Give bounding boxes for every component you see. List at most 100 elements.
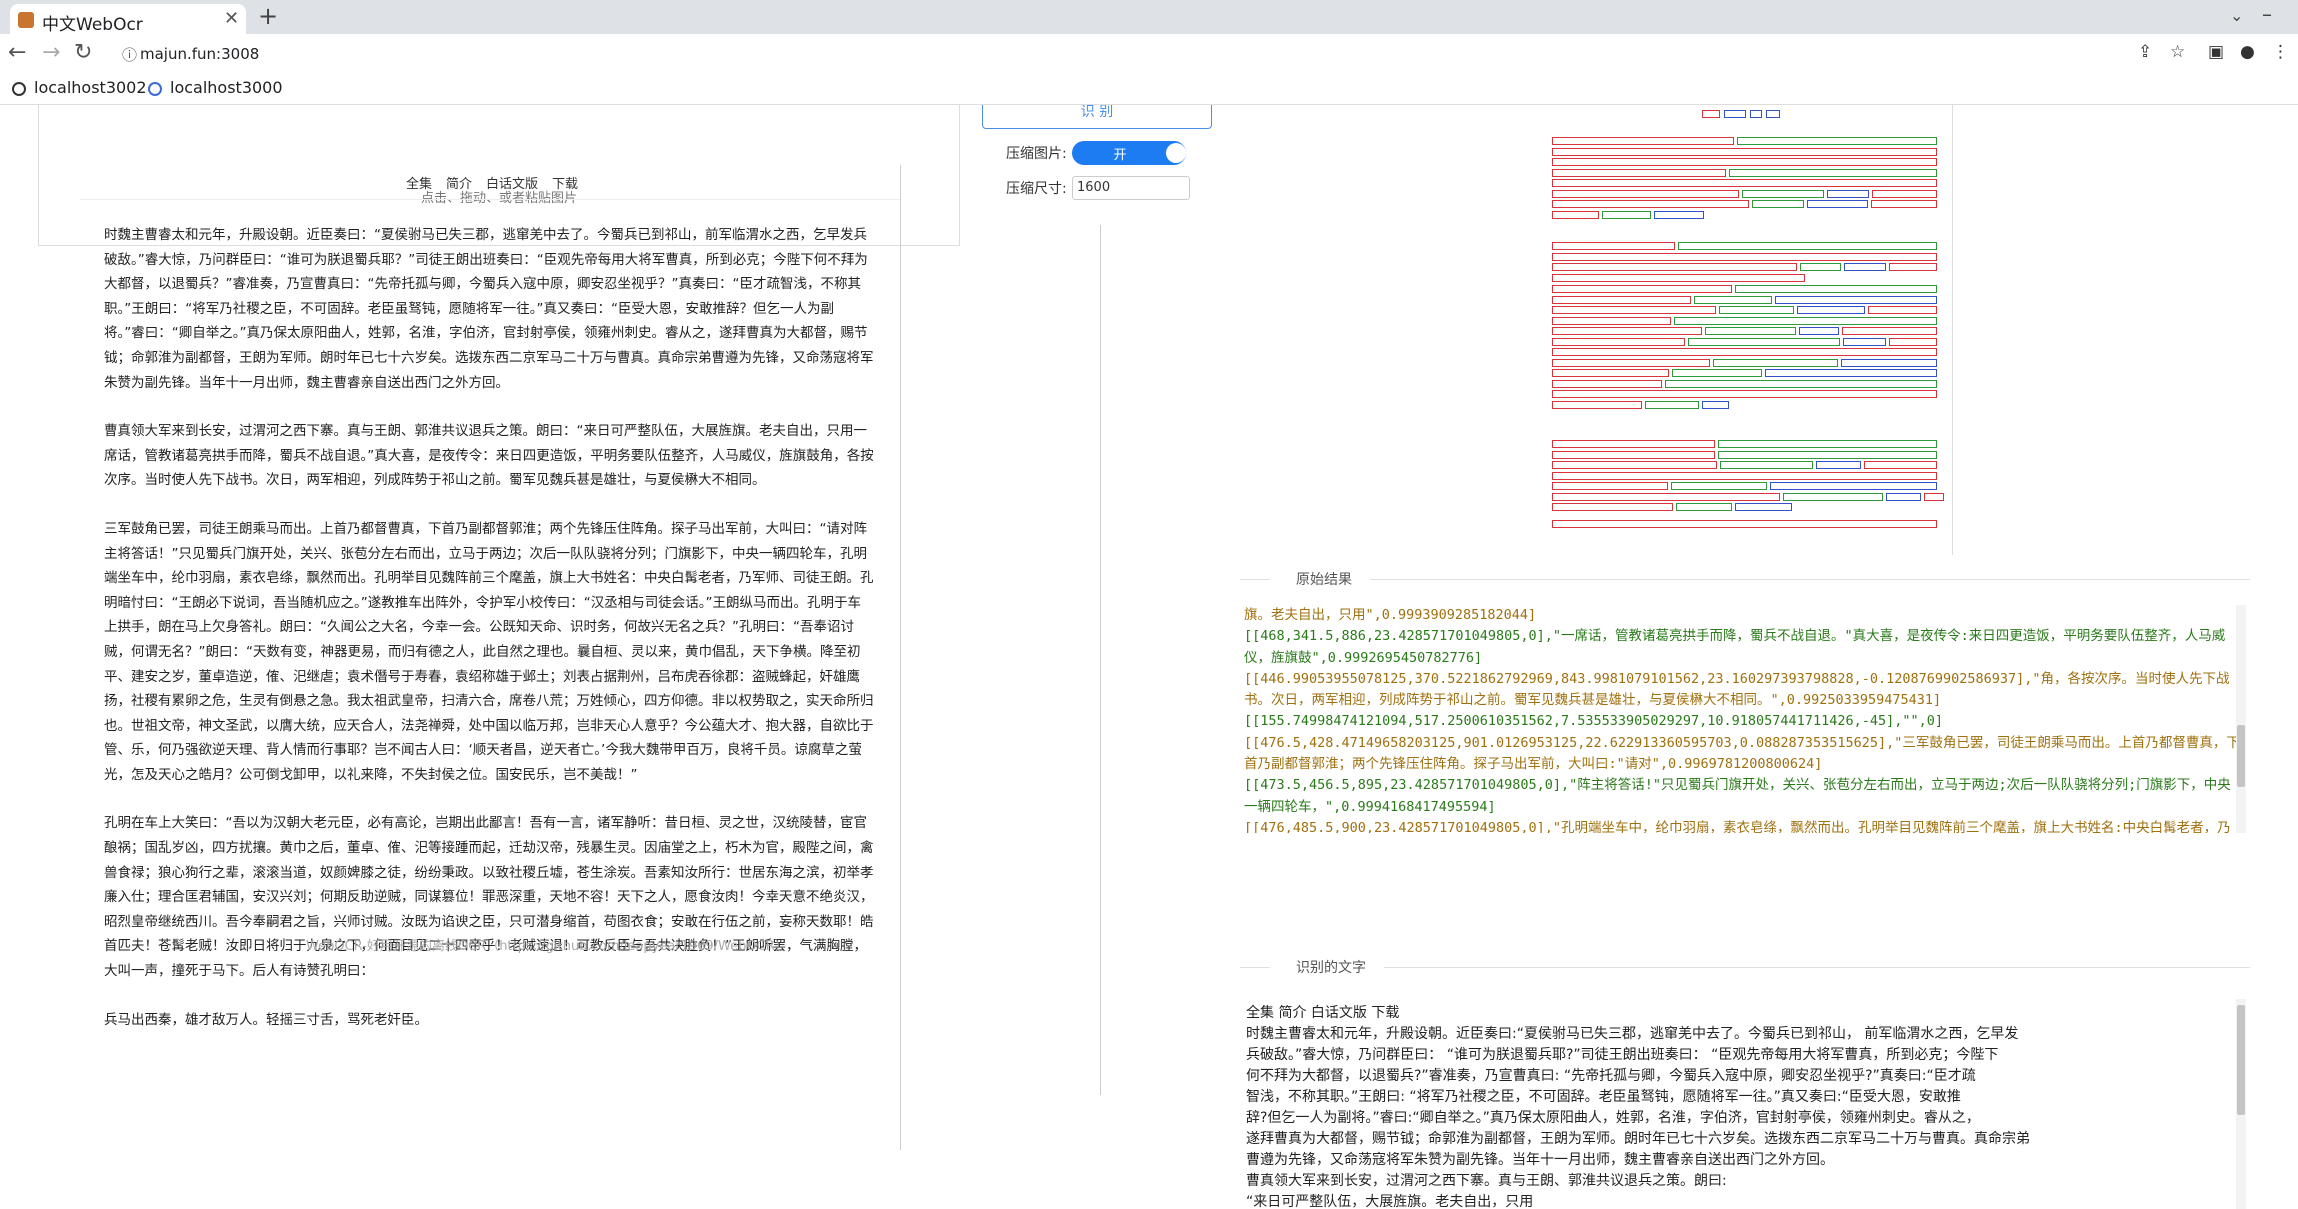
ocr-box (1864, 461, 1937, 469)
close-tab-icon[interactable]: ✕ (224, 8, 239, 29)
bookmark-item[interactable]: localhost3000 (148, 78, 283, 97)
ocr-box (1552, 242, 1675, 250)
ocr-box (1742, 189, 1824, 198)
ocr-box (1729, 168, 1937, 177)
compress-label: 压缩图片: (1006, 146, 1067, 162)
ocr-box (1552, 327, 1702, 335)
recognized-line: 智浅，不称其职。”王朗曰: “将军乃社稷之臣，不可固辞。老臣虽驽钝，愿随将军一往… (1246, 1089, 1961, 1105)
ocr-box (1552, 137, 1734, 145)
scrollbar-thumb[interactable] (2237, 725, 2245, 787)
ocr-box (1672, 369, 1762, 377)
ocr-box (1552, 461, 1717, 469)
recognized-text-scrollbar[interactable] (2236, 999, 2246, 1209)
bookmark-item[interactable]: localhost3002 (12, 78, 147, 97)
profile-avatar-icon[interactable]: ● (2240, 42, 2255, 62)
ocr-box (1816, 461, 1861, 469)
share-icon[interactable]: ⇪ (2138, 42, 2152, 62)
recognized-line: 何不拜为大都督，以退蜀兵?”睿准奏，乃宣曹真曰: “先帝托孤与卿，今蜀兵入寇中原… (1246, 1068, 1976, 1084)
ocr-box (1552, 379, 1662, 388)
raw-result-scrollbar[interactable] (2236, 605, 2246, 833)
ocr-box (1688, 337, 1840, 346)
ocr-box (1871, 200, 1937, 208)
recognized-text-output[interactable]: 全集 简介 白话文版 下载 时魏主曹睿太和元年，升殿设朝。近臣奏曰:“夏侯驸马已失… (1246, 1003, 2236, 1209)
ocr-box (1552, 520, 1937, 528)
compress-toggle[interactable]: 开 (1072, 141, 1186, 165)
scrollbar-thumb[interactable] (2237, 1005, 2245, 1115)
ocr-box (1719, 306, 1794, 314)
bookmark-label: localhost3002 (34, 78, 147, 97)
ocr-preview-image (1546, 105, 1953, 555)
ocr-box (1552, 440, 1715, 448)
raw-result-title: 原始结果 (1296, 572, 1352, 588)
doc-paragraph: 三军鼓角已罢，司徒王朗乘马而出。上首乃都督曹真，下首乃副都督郭淮；两个先锋压住阵… (104, 520, 874, 783)
recognize-button[interactable]: 识 别 (982, 105, 1212, 129)
ocr-box (1552, 263, 1797, 271)
toggle-knob (1166, 143, 1186, 163)
ocr-box (1889, 263, 1937, 271)
browser-menu-icon[interactable]: ⋮ (2272, 42, 2289, 62)
ocr-box (1842, 327, 1937, 335)
forward-arrow-icon[interactable]: → (42, 40, 60, 65)
ocr-box (1694, 295, 1772, 304)
size-label: 压缩尺寸: (1006, 181, 1067, 197)
ocr-box (1735, 285, 1937, 293)
minimize-icon[interactable]: – (2262, 2, 2272, 26)
ocr-box (1552, 450, 1715, 459)
browser-tab[interactable]: 中文WebOcr ✕ (10, 4, 246, 35)
doc-tab-download[interactable]: 下载 (552, 177, 578, 192)
ocr-box (1552, 390, 1937, 398)
bookmark-star-icon[interactable]: ☆ (2170, 42, 2185, 62)
section-rule (1240, 579, 1270, 580)
raw-result-line: [[473.5,456.5,895,23.428571701049805,0],… (1244, 777, 2231, 815)
sidebar-icon[interactable]: ▣ (2208, 42, 2224, 62)
browser-tab-bar: 中文WebOcr ✕ + ⌄ – (0, 0, 2298, 35)
ocr-box (1552, 179, 1937, 187)
address-bar[interactable]: ⓘ majun.fun:3008 (112, 40, 2112, 68)
ocr-box (1676, 503, 1732, 511)
url-text[interactable]: majun.fun:3008 (140, 45, 259, 63)
raw-result-output[interactable]: 旗。老夫自出，只用",0.9993909285182044] [[468,341.… (1244, 605, 2240, 833)
tab-search-chevron-icon[interactable]: ⌄ (2230, 6, 2243, 25)
ocr-box (1843, 337, 1886, 346)
recognized-line: 曹遵为先锋，又命荡寇将军朱赞为副先锋。当年十一月出师，魏主曹睿亲自送出西门之外方… (1246, 1152, 1834, 1168)
ocr-box (1807, 200, 1868, 208)
ocr-box (1765, 369, 1937, 377)
ocr-box (1645, 400, 1699, 409)
ocr-box (1720, 461, 1813, 469)
section-rule (1370, 579, 2250, 580)
site-info-icon[interactable]: ⓘ (122, 44, 137, 65)
recognized-text-title: 识别的文字 (1296, 960, 1366, 976)
divider (900, 165, 901, 1150)
react-icon (148, 82, 162, 96)
ocr-box (1886, 492, 1921, 501)
ocr-box (1671, 482, 1767, 490)
ocr-box (1552, 482, 1668, 490)
ocr-box (1844, 263, 1886, 271)
preview-border (1952, 105, 1953, 555)
ocr-box (1841, 358, 1937, 367)
ocr-box (1552, 492, 1780, 501)
ocr-box (1552, 348, 1937, 356)
doc-tab-all[interactable]: 全集 (406, 177, 432, 192)
ocr-box (1552, 252, 1937, 261)
back-arrow-icon[interactable]: ← (8, 40, 26, 65)
ocr-box (1797, 306, 1865, 314)
new-tab-button[interactable]: + (258, 2, 278, 30)
ocr-box (1552, 400, 1642, 409)
bookmarks-bar: localhost3002 localhost3000 (0, 74, 2298, 105)
tab-title: 中文WebOcr (42, 15, 143, 35)
reload-icon[interactable]: ↻ (74, 40, 92, 65)
doc-tab-vernacular[interactable]: 白话文版 (486, 177, 538, 192)
toggle-text: 开 (1113, 148, 1127, 163)
raw-result-line: [[476,485.5,900,23.428571701049805,0],"孔… (1244, 819, 2231, 833)
recognized-line: 遂拜曹真为大都督，赐节钺；命郭淮为副都督，王朗为军师。朗时年已七十六岁矣。选拨东… (1246, 1131, 2030, 1147)
ocr-box (1602, 210, 1651, 219)
ocr-box (1552, 358, 1710, 367)
ocr-box (1775, 295, 1937, 304)
globe-icon (12, 82, 26, 96)
site-favicon-icon (18, 12, 34, 28)
compress-size-input[interactable]: 1600 (1072, 176, 1190, 200)
ocr-box (1552, 369, 1669, 377)
raw-result-line: [[476.5,428.47149658203125,901.012695312… (1244, 734, 2240, 773)
doc-tab-intro[interactable]: 简介 (446, 177, 472, 192)
